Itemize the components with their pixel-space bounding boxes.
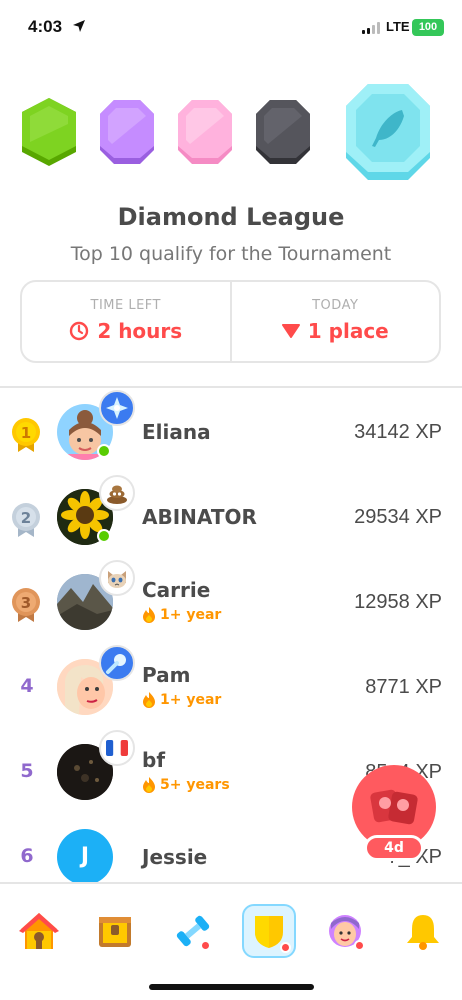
pink-league-badge [178,100,232,164]
leaderboard-row[interactable]: 1 Eliana 34142 XP [0,390,462,475]
streak-text: 5+ years [160,777,230,793]
avatar-initial: J [57,829,113,885]
nav-chest[interactable] [88,904,142,958]
nav-practice[interactable] [166,904,220,958]
treasure-chest-icon [99,917,131,947]
user-xp: 8771 XP [365,676,442,698]
user-name: Jessie [142,845,208,869]
streak-text: 1+ year [160,607,222,623]
cat-emoji-badge-icon [99,560,135,596]
today-cell: TODAY 1 place [229,282,440,361]
league-subtitle: Top 10 qualify for the Tournament [70,243,392,265]
notification-dot [354,940,365,951]
time-left-value-row: 2 hours [22,319,230,343]
today-value: 1 place [307,319,389,343]
streak-flame-icon [143,692,155,708]
diamond-league-badge [346,84,430,180]
league-badges [0,80,462,190]
rank-number: 6 [20,845,34,867]
league-title: Diamond League [117,203,345,231]
notifications-bell-icon [407,915,439,950]
home-icon [19,913,59,949]
today-value-row: 1 place [232,319,440,343]
network-type: LTE [386,19,410,34]
notification-dot [200,940,211,951]
streak-row: 1+ year [142,691,221,709]
rank-number: 2 [21,509,31,527]
user-name: Eliana [142,420,211,444]
nav-profile[interactable] [318,904,372,958]
time-left-label: TIME LEFT [90,298,161,313]
user-xp: 29534 XP [354,506,442,528]
silver-medal-icon: 2 [12,503,40,537]
streak-text: 1+ year [160,692,222,708]
friends-quest-timer[interactable]: 4d [364,835,424,861]
bronze-medal-icon: 3 [12,588,40,622]
user-name: ABINATOR [142,505,257,529]
rank-number: 1 [21,424,31,442]
signal-icon [362,22,380,34]
status-bar: 4:03 LTE 100 [0,0,462,56]
user-name: Pam [142,663,191,687]
poop-emoji-badge-icon [99,475,135,511]
home-indicator [149,984,314,990]
timer-icon [70,321,89,341]
rank-number: 5 [20,760,34,782]
rank-number: 4 [20,675,34,697]
streak-row: 1+ year [142,606,221,624]
diamond-snowflake-badge-icon [99,390,135,426]
france-flag-badge-icon [99,730,135,766]
battery-icon: 100 [412,19,444,36]
friends-quest-icon [370,789,418,825]
nav-home[interactable] [12,904,66,958]
status-time: 4:03 [28,17,63,36]
user-name: bf [142,748,166,772]
nav-leaderboard[interactable] [242,904,296,958]
streak-flame-icon [143,607,155,623]
rank-down-arrow-icon [281,324,300,338]
black-league-badge [256,100,310,164]
time-left-value: 2 hours [97,319,183,343]
rank-number: 3 [21,594,31,612]
gold-medal-icon: 1 [12,418,40,452]
comet-badge-icon [99,645,135,681]
nav-notifications[interactable] [396,904,450,958]
streak-row: 5+ years [142,776,230,794]
purple-league-badge [100,100,154,164]
leaderboard-row[interactable]: 2 ABINATOR 29534 XP [0,475,462,560]
location-arrow-icon [72,18,86,37]
leaderboard-row[interactable]: 4 Pam 1+ year 8771 XP [0,645,462,730]
online-indicator [97,529,111,543]
online-indicator [97,444,111,458]
leaderboard-row[interactable]: 3 Carrie 1+ year 12958 XP [0,560,462,645]
league-info-box: TIME LEFT 2 hours TODAY 1 place [20,280,441,363]
time-left-cell: TIME LEFT 2 hours [22,282,230,361]
today-label: TODAY [312,298,359,313]
notification-dot [280,942,291,953]
bottom-nav [0,882,462,1000]
user-name: Carrie [142,578,211,602]
green-league-badge [22,98,76,166]
streak-flame-icon [143,777,155,793]
user-xp: 34142 XP [354,421,442,443]
user-xp: 12958 XP [354,591,442,613]
section-divider [0,386,462,388]
